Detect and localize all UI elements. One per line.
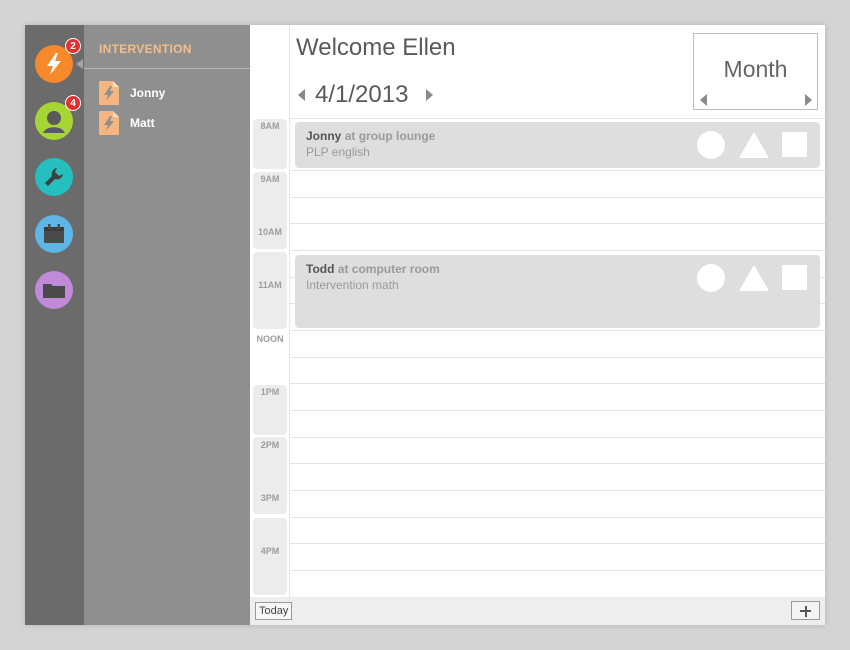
- time-gutter-divider: [289, 25, 290, 597]
- next-date-icon[interactable]: [426, 89, 433, 101]
- square-icon[interactable]: [782, 265, 807, 290]
- panel-item-label: Jonny: [130, 86, 166, 100]
- plus-icon[interactable]: [791, 601, 820, 620]
- event-location: group lounge: [358, 129, 436, 143]
- grid-line: [290, 490, 825, 491]
- grid-line: [290, 357, 825, 358]
- grid-line: [290, 543, 825, 544]
- intervention-nav-button[interactable]: 2: [35, 38, 81, 83]
- welcome-title: Welcome Ellen: [296, 34, 456, 61]
- triangle-icon[interactable]: [738, 264, 770, 297]
- panel-item-label: Matt: [130, 116, 155, 130]
- prev-date-icon[interactable]: [298, 89, 305, 101]
- hour-label: 4PM: [260, 546, 280, 556]
- calendar-main: Welcome Ellen 4/1/2013 Month 8AM 9AM 10A…: [250, 25, 825, 625]
- intervention-panel: INTERVENTION Jonny Matt: [76, 25, 250, 625]
- time-slot-block: [253, 518, 287, 595]
- files-nav-button[interactable]: [35, 271, 73, 309]
- triangle-icon[interactable]: [738, 131, 770, 164]
- event-card[interactable]: Jonny at group lounge PLP english: [295, 122, 820, 168]
- grid-line: [290, 383, 825, 384]
- lightning-icon: [44, 52, 64, 76]
- event-title: Jonny at group lounge: [306, 129, 435, 143]
- calendar-icon: [43, 224, 65, 244]
- folder-icon: [42, 280, 66, 300]
- event-title: Todd at computer room: [306, 262, 440, 276]
- hour-label: 11AM: [258, 280, 282, 290]
- grid-line: [290, 570, 825, 571]
- view-mode-label: Month: [723, 56, 788, 82]
- wrench-icon: [42, 165, 66, 189]
- hour-label: 3PM: [260, 493, 280, 503]
- calendar-footer: Today: [250, 597, 825, 625]
- hour-label: 8AM: [260, 121, 280, 131]
- lightning-doc-icon: [99, 111, 119, 135]
- panel-pointer: [76, 59, 83, 69]
- students-nav-button[interactable]: 4: [35, 95, 81, 140]
- notification-badge: 2: [65, 38, 81, 54]
- hour-label: NOON: [256, 334, 284, 344]
- panel-title: INTERVENTION: [99, 42, 192, 56]
- grid-line: [290, 410, 825, 411]
- circle-icon[interactable]: [697, 131, 725, 159]
- hour-label: 10AM: [257, 227, 282, 237]
- grid-line: [290, 463, 825, 464]
- person-icon: [41, 109, 67, 133]
- icon-rail: 2 4: [25, 25, 84, 625]
- square-icon[interactable]: [782, 132, 807, 157]
- event-subject: Intervention math: [306, 278, 399, 292]
- hour-label: 9AM: [260, 174, 280, 184]
- hour-label: 1PM: [260, 387, 280, 397]
- prev-view-icon[interactable]: [700, 94, 707, 106]
- grid-line: [290, 197, 825, 198]
- event-student: Jonny: [306, 129, 342, 143]
- hour-label: 2PM: [260, 440, 280, 450]
- circle-icon[interactable]: [697, 264, 725, 292]
- event-subject: PLP english: [306, 145, 370, 159]
- time-slot-block: [253, 252, 287, 329]
- event-connector: at: [337, 262, 349, 276]
- event-student: Todd: [306, 262, 335, 276]
- panel-divider: [84, 68, 250, 69]
- tools-nav-button[interactable]: [35, 158, 73, 196]
- grid-line: [290, 170, 825, 171]
- event-card[interactable]: Todd at computer room Intervention math: [295, 255, 820, 328]
- grid-line: [290, 517, 825, 518]
- grid-line: [290, 330, 825, 331]
- event-connector: at: [344, 129, 356, 143]
- today-button[interactable]: Today: [255, 602, 293, 620]
- notification-badge: 4: [65, 95, 81, 111]
- grid-line: [290, 223, 825, 224]
- grid-line: [290, 250, 825, 251]
- next-view-icon[interactable]: [805, 94, 812, 106]
- calendar-nav-button[interactable]: [35, 215, 73, 253]
- grid-line: [290, 437, 825, 438]
- event-location: computer room: [351, 262, 440, 276]
- lightning-doc-icon: [99, 81, 119, 105]
- panel-item-matt[interactable]: Matt: [99, 111, 239, 135]
- panel-item-jonny[interactable]: Jonny: [99, 81, 239, 105]
- view-mode-selector[interactable]: Month: [693, 33, 818, 110]
- header-divider: [289, 118, 825, 119]
- app-window: 2 4 INTERVENTION Jonny Matt Welcome Elle…: [25, 25, 825, 625]
- current-date: 4/1/2013: [315, 81, 409, 108]
